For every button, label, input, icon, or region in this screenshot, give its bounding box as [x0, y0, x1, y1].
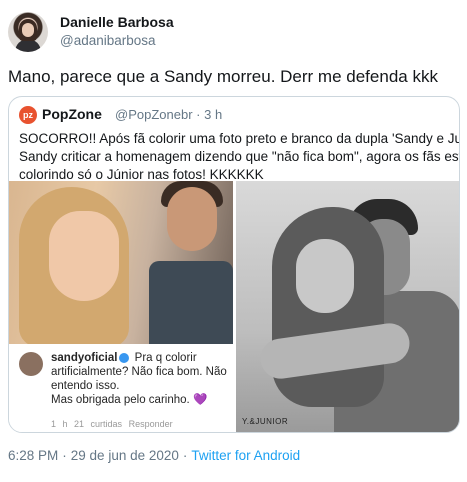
tweet-date[interactable]: 29 de jun de 2020: [71, 448, 179, 463]
instagram-comment: sandyoficial Pra q colorir artificialmen…: [19, 349, 231, 432]
quoted-text-line: Sandy criticar a homenagem dizendo que "…: [19, 149, 460, 164]
comment-line-2: artificialmente? Não fica bom. Não: [51, 366, 227, 378]
author-handle[interactable]: @adanibarbosa: [60, 33, 156, 48]
colorized-photo: [9, 181, 233, 344]
comment-reply: Responder: [128, 419, 173, 429]
tweet-text: Mano, parece que a Sandy morreu. Derr me…: [8, 67, 438, 86]
quoted-tweet[interactable]: pz PopZone @PopZonebr · 3 h SOCORRO!! Ap…: [8, 96, 460, 433]
tweet-header: Danielle Barbosa @adanibarbosa: [8, 10, 448, 54]
quoted-photo-right[interactable]: Y.&JUNIOR: [236, 181, 459, 432]
tweet-footer: 6:28 PM · 29 de jun de 2020 · Twitter for An…: [8, 448, 300, 463]
avatar[interactable]: [8, 12, 48, 52]
tweet-source-link[interactable]: Twitter for Android: [191, 448, 300, 463]
commenter-avatar: [19, 352, 43, 376]
quoted-text-line: SOCORRO!! Após fã colorir uma foto preto…: [19, 131, 460, 146]
popzone-logo-icon: pz: [19, 106, 37, 124]
comment-text: sandyoficial Pra q colorir artificialmen…: [51, 351, 231, 407]
purple-heart-icon: 💜: [192, 394, 208, 406]
tweet-time[interactable]: 6:28 PM: [8, 448, 58, 463]
verified-badge-icon: [119, 352, 130, 363]
quoted-tweet-time[interactable]: 3 h: [204, 107, 222, 122]
author-display-name[interactable]: Danielle Barbosa: [60, 14, 174, 30]
comment-line-1: Pra q colorir: [134, 352, 197, 364]
quoted-author-name[interactable]: PopZone: [42, 106, 102, 122]
footer-separator: ·: [62, 448, 67, 463]
comment-line-4: Mas obrigada pelo carinho.: [51, 394, 190, 406]
comment-likes: 21 curtidas: [74, 419, 123, 429]
quoted-author-handle[interactable]: @PopZonebr: [115, 107, 193, 122]
comment-username: sandyoficial: [51, 352, 118, 364]
quoted-photo-left[interactable]: sandyoficial Pra q colorir artificialmen…: [9, 181, 233, 432]
comment-meta: 1 h 21 curtidas Responder: [51, 419, 173, 429]
quoted-tweet-text: SOCORRO!! Após fã colorir uma foto preto…: [19, 130, 460, 184]
comment-line-3: entendo isso.: [51, 380, 120, 392]
meta-separator: ·: [196, 107, 201, 122]
footer-separator: ·: [182, 448, 188, 463]
comment-time: 1 h: [51, 419, 68, 429]
quoted-author-meta: @PopZonebr · 3 h: [115, 107, 222, 122]
photo-watermark: Y.&JUNIOR: [242, 417, 289, 426]
